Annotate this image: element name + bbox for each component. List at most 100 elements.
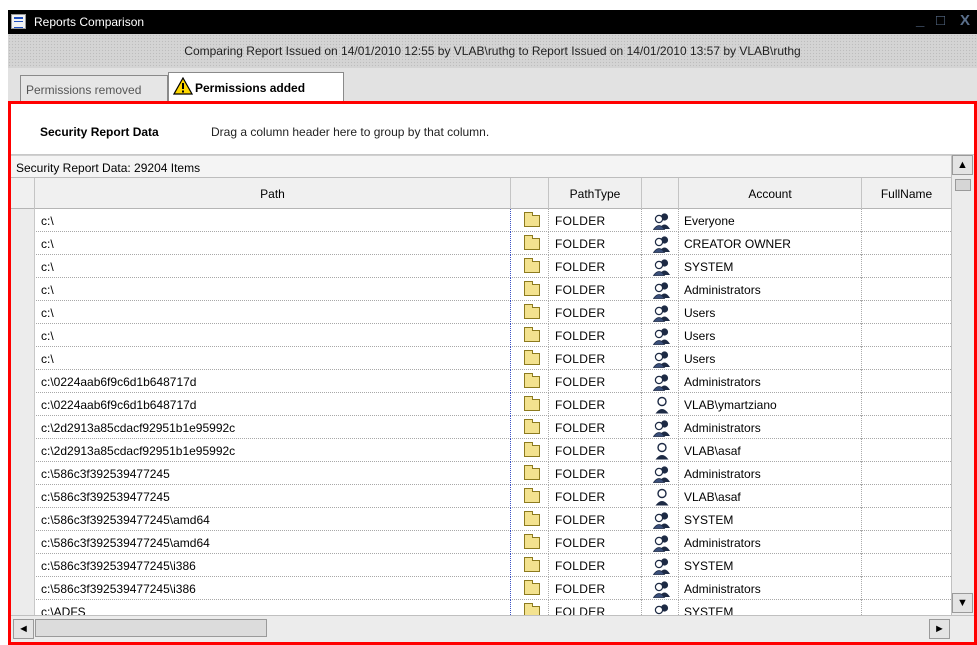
title-bar[interactable]: Reports Comparison _ □ X — [8, 10, 977, 34]
pathtype-cell[interactable]: FOLDER — [549, 393, 642, 416]
pathtype-cell[interactable]: FOLDER — [549, 209, 642, 232]
table-row[interactable]: c:\586c3f392539477245\i386 FOLDER SYSTEM — [11, 554, 951, 577]
account-cell[interactable]: VLAB\asaf — [679, 485, 862, 508]
table-row[interactable]: c:\586c3f392539477245 FOLDER VLAB\asaf — [11, 485, 951, 508]
path-cell[interactable]: c:\586c3f392539477245 — [35, 462, 511, 485]
fullname-cell[interactable] — [862, 324, 951, 347]
account-cell[interactable]: Everyone — [679, 209, 862, 232]
row-selector[interactable] — [11, 462, 35, 485]
path-cell[interactable]: c:\ADFS — [35, 600, 511, 615]
fullname-cell[interactable] — [862, 347, 951, 370]
table-row[interactable]: c:\ FOLDER SYSTEM — [11, 255, 951, 278]
column-header-path[interactable]: Path — [35, 178, 511, 209]
row-selector[interactable] — [11, 278, 35, 301]
path-cell[interactable]: c:\586c3f392539477245 — [35, 485, 511, 508]
fullname-cell[interactable] — [862, 462, 951, 485]
pathtype-cell[interactable]: FOLDER — [549, 278, 642, 301]
row-selector[interactable] — [11, 485, 35, 508]
path-cell[interactable]: c:\ — [35, 255, 511, 278]
group-by-panel[interactable]: Security Report Data Drag a column heade… — [11, 104, 974, 155]
row-selector[interactable] — [11, 301, 35, 324]
pathtype-cell[interactable]: FOLDER — [549, 508, 642, 531]
fullname-cell[interactable] — [862, 393, 951, 416]
fullname-cell[interactable] — [862, 531, 951, 554]
row-selector[interactable] — [11, 370, 35, 393]
fullname-cell[interactable] — [862, 255, 951, 278]
table-row[interactable]: c:\2d2913a85cdacf92951b1e95992c FOLDER Adm… — [11, 416, 951, 439]
account-cell[interactable]: Users — [679, 301, 862, 324]
horizontal-scroll-thumb[interactable] — [35, 619, 267, 637]
account-cell[interactable]: CREATOR OWNER — [679, 232, 862, 255]
account-cell[interactable]: Users — [679, 347, 862, 370]
table-row[interactable]: c:\ FOLDER Users — [11, 324, 951, 347]
tab-permissions-removed[interactable]: Permissions removed — [20, 75, 168, 101]
pathtype-cell[interactable]: FOLDER — [549, 531, 642, 554]
row-selector[interactable] — [11, 347, 35, 370]
row-selector[interactable] — [11, 255, 35, 278]
row-selector[interactable] — [11, 508, 35, 531]
row-selector[interactable] — [11, 209, 35, 232]
scroll-right-button[interactable]: ► — [929, 619, 950, 639]
account-cell[interactable]: VLAB\ymartziano — [679, 393, 862, 416]
column-header-fullname[interactable]: FullName — [862, 178, 951, 209]
table-row[interactable]: c:\ FOLDER Everyone — [11, 209, 951, 232]
fullname-cell[interactable] — [862, 439, 951, 462]
path-cell[interactable]: c:\ — [35, 347, 511, 370]
maximize-button[interactable]: □ — [936, 12, 945, 29]
fullname-cell[interactable] — [862, 554, 951, 577]
path-cell[interactable]: c:\0224aab6f9c6d1b648717d — [35, 393, 511, 416]
table-row[interactable]: c:\ADFS FOLDER SYSTEM — [11, 600, 951, 615]
path-cell[interactable]: c:\2d2913a85cdacf92951b1e95992c — [35, 439, 511, 462]
pathtype-cell[interactable]: FOLDER — [549, 370, 642, 393]
table-row[interactable]: c:\2d2913a85cdacf92951b1e95992c FOLDER VLA… — [11, 439, 951, 462]
account-cell[interactable]: Administrators — [679, 531, 862, 554]
pathtype-cell[interactable]: FOLDER — [549, 301, 642, 324]
account-cell[interactable]: SYSTEM — [679, 508, 862, 531]
table-row[interactable]: c:\586c3f392539477245\amd64 FOLDER Adminis… — [11, 531, 951, 554]
fullname-cell[interactable] — [862, 209, 951, 232]
pathtype-cell[interactable]: FOLDER — [549, 554, 642, 577]
row-selector[interactable] — [11, 439, 35, 462]
vertical-scrollbar[interactable]: ▲ ▼ — [951, 155, 974, 615]
path-cell[interactable]: c:\586c3f392539477245\amd64 — [35, 531, 511, 554]
account-cell[interactable]: SYSTEM — [679, 600, 862, 615]
account-cell[interactable]: Administrators — [679, 370, 862, 393]
row-selector[interactable] — [11, 416, 35, 439]
column-header-account-icon[interactable] — [642, 178, 679, 209]
close-button[interactable]: X — [960, 12, 970, 29]
column-header-folder-icon[interactable] — [511, 178, 549, 209]
row-selector[interactable] — [11, 600, 35, 615]
fullname-cell[interactable] — [862, 485, 951, 508]
pathtype-cell[interactable]: FOLDER — [549, 485, 642, 508]
fullname-cell[interactable] — [862, 416, 951, 439]
pathtype-cell[interactable]: FOLDER — [549, 600, 642, 615]
pathtype-cell[interactable]: FOLDER — [549, 255, 642, 278]
account-cell[interactable]: Administrators — [679, 278, 862, 301]
account-cell[interactable]: SYSTEM — [679, 255, 862, 278]
pathtype-cell[interactable]: FOLDER — [549, 232, 642, 255]
table-row[interactable]: c:\586c3f392539477245\amd64 FOLDER SYSTEM — [11, 508, 951, 531]
account-cell[interactable]: Administrators — [679, 416, 862, 439]
minimize-button[interactable]: _ — [916, 12, 924, 29]
pathtype-cell[interactable]: FOLDER — [549, 577, 642, 600]
fullname-cell[interactable] — [862, 370, 951, 393]
fullname-cell[interactable] — [862, 278, 951, 301]
path-cell[interactable]: c:\2d2913a85cdacf92951b1e95992c — [35, 416, 511, 439]
pathtype-cell[interactable]: FOLDER — [549, 347, 642, 370]
path-cell[interactable]: c:\586c3f392539477245\i386 — [35, 577, 511, 600]
fullname-cell[interactable] — [862, 232, 951, 255]
table-row[interactable]: c:\ FOLDER CREATOR OWNER — [11, 232, 951, 255]
scroll-up-button[interactable]: ▲ — [952, 155, 973, 175]
row-selector[interactable] — [11, 554, 35, 577]
path-cell[interactable]: c:\586c3f392539477245\i386 — [35, 554, 511, 577]
column-header-pathtype[interactable]: PathType — [549, 178, 642, 209]
path-cell[interactable]: c:\ — [35, 209, 511, 232]
row-selector[interactable] — [11, 393, 35, 416]
column-header-account[interactable]: Account — [679, 178, 862, 209]
pathtype-cell[interactable]: FOLDER — [549, 439, 642, 462]
fullname-cell[interactable] — [862, 577, 951, 600]
path-cell[interactable]: c:\ — [35, 301, 511, 324]
table-row[interactable]: c:\0224aab6f9c6d1b648717d FOLDER Administr… — [11, 370, 951, 393]
table-row[interactable]: c:\0224aab6f9c6d1b648717d FOLDER VLAB\ymar… — [11, 393, 951, 416]
row-selector[interactable] — [11, 531, 35, 554]
